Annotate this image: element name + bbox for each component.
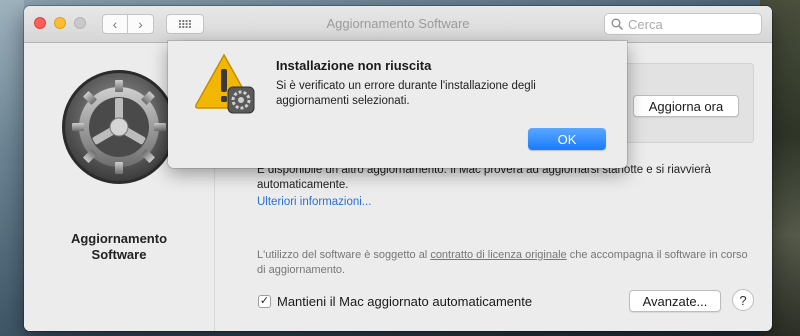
gear-icon (62, 70, 176, 184)
error-alert-sheet: Installazione non riuscita Si è verifica… (168, 41, 627, 168)
warning-icon (195, 53, 255, 114)
auto-update-checkbox[interactable]: ✓ (258, 295, 271, 308)
license-link[interactable]: contratto di licenza originale (430, 249, 566, 261)
search-placeholder: Cerca (628, 16, 663, 32)
sidebar-title-line2: Software (91, 247, 147, 262)
help-button[interactable]: ? (732, 289, 754, 311)
auto-update-label[interactable]: Mantieni il Mac aggiornato automaticamen… (277, 294, 532, 309)
titlebar: ‹ › Aggiornamento Software Cerca (24, 6, 772, 43)
license-text: L'utilizzo del software è soggetto al co… (257, 248, 757, 278)
more-info-link[interactable]: Ulteriori informazioni... (257, 196, 371, 208)
ok-button[interactable]: OK (528, 128, 606, 150)
search-field[interactable]: Cerca (604, 13, 762, 35)
advanced-button[interactable]: Avanzate... (629, 290, 721, 312)
license-prefix: L'utilizzo del software è soggetto al (257, 249, 431, 261)
checkmark-icon: ✓ (259, 295, 270, 307)
desktop-background-left (0, 0, 24, 336)
sidebar-title: Aggiornamento Software (24, 231, 214, 263)
auto-update-row: ✓ Mantieni il Mac aggiornato automaticam… (258, 294, 532, 309)
update-now-button[interactable]: Aggiorna ora (633, 95, 739, 117)
sidebar-title-line1: Aggiornamento (70, 231, 168, 246)
alert-message: Si è verificato un errore durante l'inst… (276, 80, 536, 107)
search-icon (611, 18, 623, 30)
alert-title: Installazione non riuscita (276, 58, 432, 73)
